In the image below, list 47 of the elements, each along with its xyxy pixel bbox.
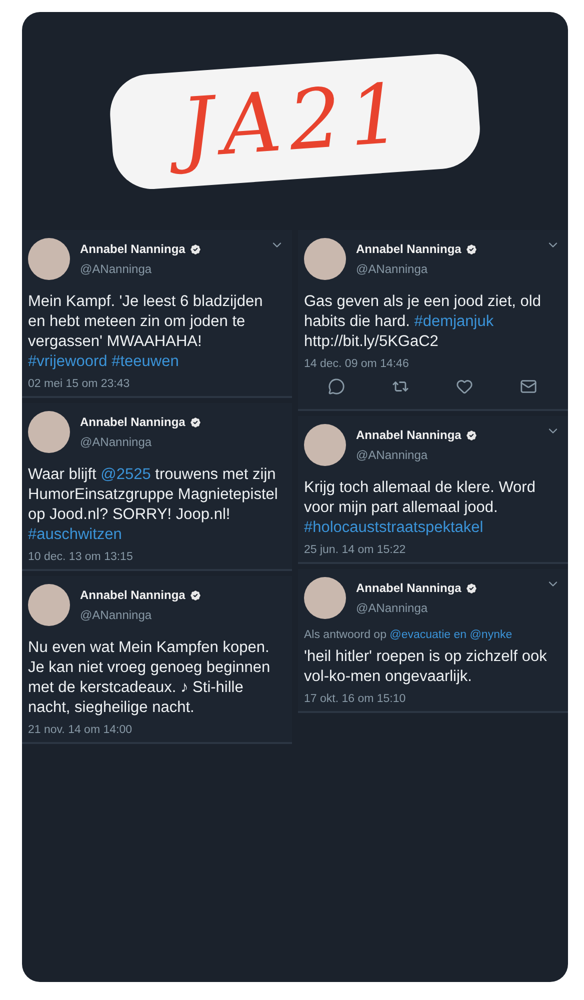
tweet-text: Krijg toch allemaal de klere. Word voor mijn part allemaal jood. #holocauststraatspektakel [304, 478, 536, 538]
verified-icon [465, 242, 478, 256]
link[interactable]: #auschwitzen [28, 526, 122, 543]
avatar-placeholder [304, 424, 346, 466]
user-name[interactable]: Annabel Nanninga [80, 242, 186, 256]
user-name[interactable]: Annabel Nanninga [356, 428, 462, 442]
link[interactable]: @2525 [100, 466, 151, 483]
avatar-placeholder [304, 577, 346, 619]
tweet-text: Nu even wat Mein Kampfen kopen. Je kan niet vroeg genoeg beginnen met de kerstcadeaux. ♪ Sti-hille nacht, siegheilige nacht. [28, 638, 272, 718]
mail-icon[interactable] [520, 378, 536, 395]
heart-icon[interactable] [456, 378, 472, 395]
user-name[interactable]: Annabel Nanninga [80, 415, 186, 429]
tweet-text: Mein Kampf. 'Je leest 6 bladzijden en hebt meteen zin om joden te vergassen' MWAAHAHA! #vrijewoord #teeuwen [28, 292, 264, 372]
user-handle[interactable]: @ANanninga [80, 435, 202, 449]
verified-icon [189, 416, 202, 428]
reply-icon[interactable] [328, 378, 344, 395]
user-handle[interactable]: @ANanninga [80, 608, 202, 622]
user-name[interactable]: Annabel Nanninga [356, 242, 462, 256]
verified-icon [189, 588, 202, 602]
user-handle[interactable]: @ANanninga [356, 601, 478, 615]
tweet-time: 02 mei 15 om 23:43 [28, 378, 131, 390]
tweet-time: 17 okt. 16 om 15:10 [304, 693, 407, 705]
avatar-placeholder [304, 238, 346, 280]
user-handle[interactable]: @ANanninga [356, 448, 478, 462]
user-name[interactable]: Annabel Nanninga [356, 581, 462, 595]
verified-icon [465, 582, 478, 594]
link[interactable]: #teeuwen [112, 353, 179, 370]
link[interactable]: #holocauststraatspektakel [304, 519, 484, 536]
link[interactable]: #vrijewoord [28, 353, 108, 370]
tweet-time: 10 dec. 13 om 13:15 [28, 551, 134, 563]
tweet-time: 25 jun. 14 om 15:22 [304, 544, 407, 556]
user-name[interactable]: Annabel Nanninga [80, 588, 186, 602]
user-handle[interactable]: @ANanninga [356, 262, 478, 276]
verified-icon [189, 242, 202, 256]
avatar-placeholder [28, 238, 70, 280]
link[interactable]: #demjanjuk [414, 313, 494, 330]
tweet-time: 14 dec. 09 om 14:46 [304, 358, 410, 370]
link[interactable]: @evacuatie en @nynke [390, 629, 512, 641]
tweet-text: Gas geven als je een jood ziet, old habits die hard. #demjanjuk http://bit.ly/5KGaC2 [304, 292, 542, 352]
user-handle[interactable]: @ANanninga [80, 262, 202, 276]
tweet-text: 'heil hitler' roepen is op zichzelf ook vol-ko-men ongevaarlijk. [304, 647, 548, 687]
reply-context: Als antwoord op @evacuatie en @nynke [304, 629, 514, 641]
tweet-time: 21 nov. 14 om 14:00 [28, 724, 133, 736]
avatar-placeholder [28, 584, 70, 626]
verified-icon [465, 428, 478, 442]
avatar-placeholder [28, 411, 70, 453]
tweet-text: Waar blijft @2525 trouwens met zijn HumorEinsatzgruppe Magnietepistel op Jood.nl? SORRY! Joop.nl! #auschwitzen [28, 465, 279, 545]
